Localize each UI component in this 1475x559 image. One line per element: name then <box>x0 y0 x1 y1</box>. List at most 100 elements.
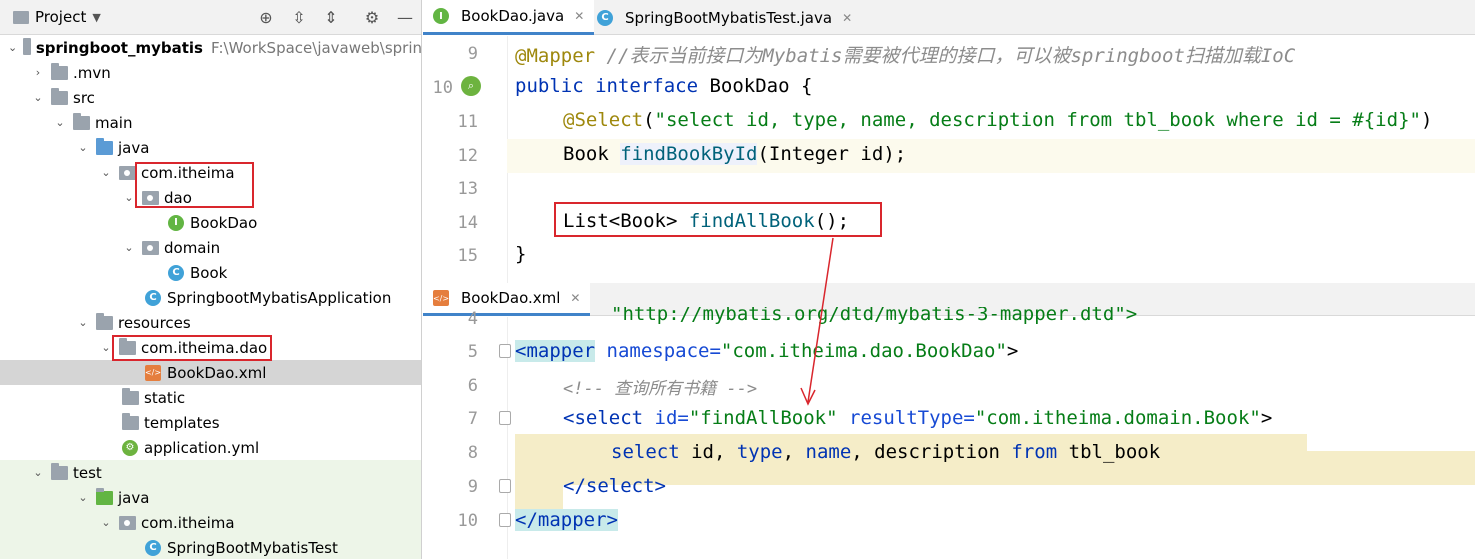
tree-row[interactable]: › .mvn <box>0 60 421 85</box>
tree-item-label: BookDao <box>190 213 258 232</box>
expanded-arrow-icon[interactable]: ⌄ <box>99 341 113 354</box>
close-icon[interactable]: ✕ <box>574 9 584 23</box>
expanded-arrow-icon[interactable]: ⌄ <box>122 191 136 204</box>
expanded-arrow-icon[interactable]: ⌄ <box>76 491 90 504</box>
tree-row[interactable]: ⌄ com.itheima <box>0 510 421 535</box>
code-line: Book findBookById(Integer id); <box>563 143 906 165</box>
line-number: 14 <box>457 213 478 233</box>
expand-all-icon[interactable]: ⇳ <box>289 7 309 27</box>
tree-row[interactable]: ⚙ application.yml <box>0 435 421 460</box>
tree-row[interactable]: ⌄ src <box>0 85 421 110</box>
tree-row[interactable]: C SpringbootMybatisApplication <box>0 285 421 310</box>
code-line: </select> <box>563 475 666 497</box>
tree-item-label: springboot_mybatis <box>35 38 203 57</box>
expanded-arrow-icon[interactable]: ⌄ <box>53 116 67 129</box>
code-text: , description <box>851 441 1012 463</box>
spring-bean-gutter-icon[interactable]: ⌕ <box>461 76 481 96</box>
project-folder-icon <box>13 10 29 24</box>
xml-file-icon: </> <box>433 290 449 306</box>
project-panel: Project ▼ ⊕ ⇳ ⇕ ⚙ — ⌄ springboot_mybatis… <box>0 0 422 559</box>
tab-springbootmybatistest-java[interactable]: C SpringBootMybatisTest.java ✕ <box>587 0 862 35</box>
highlight-box-method <box>554 202 882 237</box>
tree-row[interactable]: ⌄ springboot_mybatis F:\WorkSpace\javawe… <box>0 35 421 60</box>
tree-item-label: application.yml <box>144 438 260 457</box>
line-number: 10 <box>432 78 453 98</box>
code-line: public interface BookDao { <box>515 75 812 97</box>
tree-row[interactable]: ⌄ resources <box>0 310 421 335</box>
locate-target-icon[interactable]: ⊕ <box>256 7 276 27</box>
code-text: id, <box>679 441 737 463</box>
code-text: BookDao { <box>698 75 813 97</box>
tree-row[interactable]: C SpringBootMybatisTest <box>0 535 421 559</box>
tree-item-label: SpringbootMybatisApplication <box>167 288 392 307</box>
code-text: > <box>1260 407 1273 429</box>
test-source-folder-icon <box>96 487 113 505</box>
code-string: "select id, type, name, description from… <box>654 109 1421 131</box>
expanded-arrow-icon[interactable]: ⌄ <box>99 166 113 179</box>
close-icon[interactable]: ✕ <box>842 11 852 25</box>
expanded-arrow-icon[interactable]: ⌄ <box>76 141 90 154</box>
gear-icon[interactable]: ⚙ <box>362 7 382 27</box>
line-number: 15 <box>457 246 478 266</box>
interface-icon: I <box>168 214 184 231</box>
tree-item-label: test <box>73 463 102 482</box>
code-string: "findAllBook" <box>688 407 838 429</box>
expanded-arrow-icon[interactable]: ⌄ <box>99 516 113 529</box>
tree-item-label: Book <box>190 263 228 282</box>
minimize-icon[interactable]: — <box>395 7 415 27</box>
tree-row[interactable]: static <box>0 385 421 410</box>
code-annotation: @Select <box>563 109 644 131</box>
tree-row[interactable]: ⌄ main <box>0 110 421 135</box>
code-line: </mapper> <box>515 509 618 531</box>
tree-row[interactable]: C Book <box>0 260 421 285</box>
tab-bookdao-java[interactable]: I BookDao.java ✕ <box>423 0 595 35</box>
code-tag: <select <box>563 407 644 429</box>
tree-row[interactable]: I BookDao <box>0 210 421 235</box>
resources-folder-icon <box>96 312 113 330</box>
fold-icon[interactable] <box>499 411 511 425</box>
tab-label: BookDao.java <box>461 7 565 25</box>
tree-row[interactable]: ⌄ domain <box>0 235 421 260</box>
fold-icon[interactable] <box>499 344 511 358</box>
code-attribute: id= <box>643 407 689 429</box>
tree-row[interactable]: ⌄ test <box>0 460 421 485</box>
code-line: @Mapper //表示当前接口为Mybatis需要被代理的接口，可以被spri… <box>515 41 1295 68</box>
class-icon: C <box>168 264 184 281</box>
code-text: > <box>1006 340 1019 362</box>
line-number: 8 <box>467 443 478 463</box>
expanded-arrow-icon[interactable]: ⌄ <box>31 91 45 104</box>
tree-row[interactable]: ⌄ java <box>0 135 421 160</box>
code-tag: <mapper <box>515 340 596 362</box>
line-number: 5 <box>467 342 478 362</box>
fold-icon[interactable] <box>499 513 511 527</box>
expanded-arrow-icon[interactable]: ⌄ <box>8 41 17 54</box>
close-icon[interactable]: ✕ <box>570 291 580 305</box>
expanded-arrow-icon[interactable]: ⌄ <box>122 241 136 254</box>
folder-icon <box>73 112 90 130</box>
tree-item-label: main <box>95 113 133 132</box>
code-line: @Select("select id, type, name, descript… <box>563 109 1432 131</box>
expanded-arrow-icon[interactable]: ⌄ <box>76 316 90 329</box>
tab-label: SpringBootMybatisTest.java <box>625 8 833 27</box>
code-line: <mapper namespace="com.itheima.dao.BookD… <box>515 340 1018 362</box>
folder-icon <box>122 412 139 430</box>
fold-icon[interactable] <box>499 479 511 493</box>
tree-row-selected[interactable]: </> BookDao.xml <box>0 360 421 385</box>
folder-icon <box>51 462 68 480</box>
folder-icon <box>122 387 139 405</box>
code-comment: //表示当前接口为Mybatis需要被代理的接口，可以被springboot扫描… <box>595 45 1296 67</box>
tree-row[interactable]: templates <box>0 410 421 435</box>
editor-tab-bar-top: I BookDao.java ✕ C SpringBootMybatisTest… <box>423 0 1475 35</box>
code-text: Book <box>563 143 621 165</box>
collapse-all-icon[interactable]: ⇕ <box>321 7 341 27</box>
line-number: 13 <box>457 179 478 199</box>
line-number: 10 <box>457 511 478 531</box>
line-number: 9 <box>467 477 478 497</box>
yaml-file-icon: ⚙ <box>122 439 138 456</box>
collapsed-arrow-icon[interactable]: › <box>31 66 45 79</box>
project-view-selector[interactable]: Project ▼ <box>13 8 101 26</box>
code-keyword: public interface <box>515 75 699 97</box>
expanded-arrow-icon[interactable]: ⌄ <box>31 466 45 479</box>
code-keyword: type <box>736 441 783 463</box>
tree-row[interactable]: ⌄ java <box>0 485 421 510</box>
